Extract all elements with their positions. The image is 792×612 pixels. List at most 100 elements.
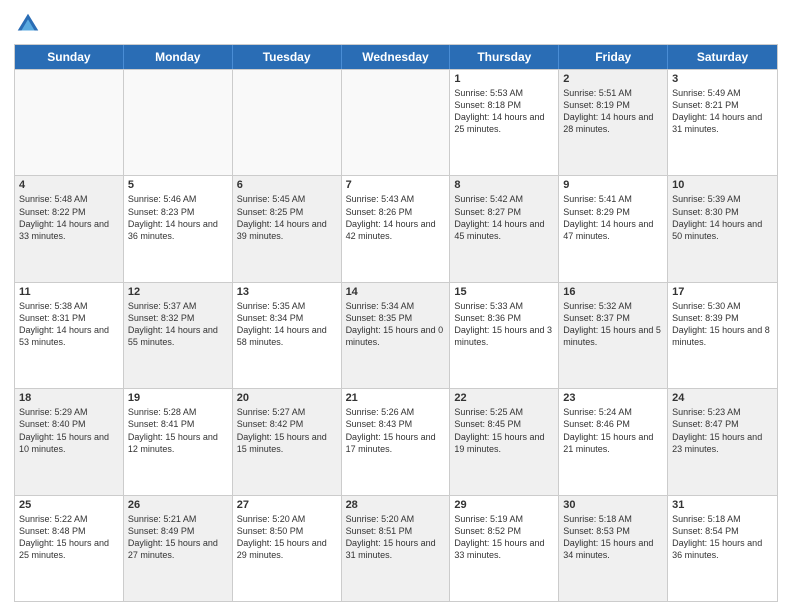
cal-cell: 1 Sunrise: 5:53 AM Sunset: 8:18 PM Daylig… [450,70,559,175]
cal-cell: 4 Sunrise: 5:48 AM Sunset: 8:22 PM Daylig… [15,176,124,281]
day-info: Sunrise: 5:51 AM Sunset: 8:19 PM Dayligh… [563,87,663,136]
day-info: Sunrise: 5:49 AM Sunset: 8:21 PM Dayligh… [672,87,773,136]
cal-cell [124,70,233,175]
cal-week-1: 1 Sunrise: 5:53 AM Sunset: 8:18 PM Daylig… [15,69,777,175]
cal-cell [233,70,342,175]
header [14,10,778,38]
day-info: Sunrise: 5:18 AM Sunset: 8:53 PM Dayligh… [563,513,663,562]
cal-cell: 20Sunrise: 5:27 AM Sunset: 8:42 PM Dayli… [233,389,342,494]
cal-cell: 10 Sunrise: 5:39 AM Sunset: 8:30 PM Dayli… [668,176,777,281]
day-number: 10 [672,179,773,191]
cal-header-wednesday: Wednesday [342,45,451,69]
cal-cell: 28 Sunrise: 5:20 AM Sunset: 8:51 PM Dayli… [342,496,451,601]
day-info: Sunrise: 5:24 AM Sunset: 8:46 PM Dayligh… [563,406,663,455]
day-info: Sunrise: 5:39 AM Sunset: 8:30 PM Dayligh… [672,193,773,242]
cal-week-4: 18 Sunrise: 5:29 AM Sunset: 8:40 PM Dayli… [15,388,777,494]
day-number: 4 [19,179,119,191]
day-number: 17 [672,286,773,298]
day-number: 19 [128,392,228,404]
day-number: 28 [346,499,446,511]
page: SundayMondayTuesdayWednesdayThursdayFrid… [0,0,792,612]
day-info: Sunrise: 5:23 AM Sunset: 8:47 PM Dayligh… [672,406,773,455]
day-number: 16 [563,286,663,298]
cal-cell: 31 Sunrise: 5:18 AM Sunset: 8:54 PM Dayli… [668,496,777,601]
day-number: 6 [237,179,337,191]
day-number: 25 [19,499,119,511]
cal-header-saturday: Saturday [668,45,777,69]
cal-cell: 22 Sunrise: 5:25 AM Sunset: 8:45 PM Dayli… [450,389,559,494]
day-number: 5 [128,179,228,191]
day-info: Sunrise: 5:42 AM Sunset: 8:27 PM Dayligh… [454,193,554,242]
cal-cell: 17 Sunrise: 5:30 AM Sunset: 8:39 PM Dayli… [668,283,777,388]
cal-cell: 6 Sunrise: 5:45 AM Sunset: 8:25 PM Daylig… [233,176,342,281]
day-number: 22 [454,392,554,404]
cal-header-friday: Friday [559,45,668,69]
day-number: 23 [563,392,663,404]
day-info: Sunrise: 5:19 AM Sunset: 8:52 PM Dayligh… [454,513,554,562]
day-info: Sunrise: 5:29 AM Sunset: 8:40 PM Dayligh… [19,406,119,455]
day-info: Sunrise: 5:25 AM Sunset: 8:45 PM Dayligh… [454,406,554,455]
cal-cell: 16Sunrise: 5:32 AM Sunset: 8:37 PM Dayli… [559,283,668,388]
cal-header-tuesday: Tuesday [233,45,342,69]
day-number: 1 [454,73,554,85]
day-number: 27 [237,499,337,511]
day-number: 30 [563,499,663,511]
day-info: Sunrise: 5:33 AM Sunset: 8:36 PM Dayligh… [454,300,554,349]
cal-cell: 23 Sunrise: 5:24 AM Sunset: 8:46 PM Dayli… [559,389,668,494]
cal-header-sunday: Sunday [15,45,124,69]
cal-cell: 5 Sunrise: 5:46 AM Sunset: 8:23 PM Daylig… [124,176,233,281]
cal-cell [15,70,124,175]
cal-cell: 2 Sunrise: 5:51 AM Sunset: 8:19 PM Daylig… [559,70,668,175]
day-number: 31 [672,499,773,511]
day-number: 9 [563,179,663,191]
day-info: Sunrise: 5:43 AM Sunset: 8:26 PM Dayligh… [346,193,446,242]
day-info: Sunrise: 5:37 AM Sunset: 8:32 PM Dayligh… [128,300,228,349]
day-info: Sunrise: 5:20 AM Sunset: 8:51 PM Dayligh… [346,513,446,562]
day-number: 24 [672,392,773,404]
day-number: 12 [128,286,228,298]
cal-cell: 27 Sunrise: 5:20 AM Sunset: 8:50 PM Dayli… [233,496,342,601]
cal-cell: 18 Sunrise: 5:29 AM Sunset: 8:40 PM Dayli… [15,389,124,494]
day-info: Sunrise: 5:18 AM Sunset: 8:54 PM Dayligh… [672,513,773,562]
day-info: Sunrise: 5:20 AM Sunset: 8:50 PM Dayligh… [237,513,337,562]
day-info: Sunrise: 5:41 AM Sunset: 8:29 PM Dayligh… [563,193,663,242]
day-info: Sunrise: 5:48 AM Sunset: 8:22 PM Dayligh… [19,193,119,242]
day-info: Sunrise: 5:27 AM Sunset: 8:42 PM Dayligh… [237,406,337,455]
day-info: Sunrise: 5:28 AM Sunset: 8:41 PM Dayligh… [128,406,228,455]
calendar: SundayMondayTuesdayWednesdayThursdayFrid… [14,44,778,602]
day-number: 18 [19,392,119,404]
day-info: Sunrise: 5:45 AM Sunset: 8:25 PM Dayligh… [237,193,337,242]
cal-cell: 3 Sunrise: 5:49 AM Sunset: 8:21 PM Daylig… [668,70,777,175]
day-number: 29 [454,499,554,511]
day-number: 3 [672,73,773,85]
cal-header-monday: Monday [124,45,233,69]
day-info: Sunrise: 5:26 AM Sunset: 8:43 PM Dayligh… [346,406,446,455]
day-info: Sunrise: 5:22 AM Sunset: 8:48 PM Dayligh… [19,513,119,562]
day-info: Sunrise: 5:30 AM Sunset: 8:39 PM Dayligh… [672,300,773,349]
cal-cell: 9 Sunrise: 5:41 AM Sunset: 8:29 PM Daylig… [559,176,668,281]
cal-cell: 7Sunrise: 5:43 AM Sunset: 8:26 PM Daylig… [342,176,451,281]
day-number: 2 [563,73,663,85]
cal-cell: 11 Sunrise: 5:38 AM Sunset: 8:31 PM Dayli… [15,283,124,388]
cal-cell: 25 Sunrise: 5:22 AM Sunset: 8:48 PM Dayli… [15,496,124,601]
day-number: 21 [346,392,446,404]
day-number: 11 [19,286,119,298]
day-number: 13 [237,286,337,298]
day-info: Sunrise: 5:21 AM Sunset: 8:49 PM Dayligh… [128,513,228,562]
cal-week-2: 4 Sunrise: 5:48 AM Sunset: 8:22 PM Daylig… [15,175,777,281]
logo [14,10,46,38]
cal-cell: 13Sunrise: 5:35 AM Sunset: 8:34 PM Dayli… [233,283,342,388]
day-info: Sunrise: 5:46 AM Sunset: 8:23 PM Dayligh… [128,193,228,242]
day-number: 14 [346,286,446,298]
cal-cell: 8Sunrise: 5:42 AM Sunset: 8:27 PM Daylig… [450,176,559,281]
cal-week-5: 25 Sunrise: 5:22 AM Sunset: 8:48 PM Dayli… [15,495,777,601]
cal-cell: 14Sunrise: 5:34 AM Sunset: 8:35 PM Dayli… [342,283,451,388]
cal-cell: 29 Sunrise: 5:19 AM Sunset: 8:52 PM Dayli… [450,496,559,601]
day-info: Sunrise: 5:38 AM Sunset: 8:31 PM Dayligh… [19,300,119,349]
cal-cell: 26 Sunrise: 5:21 AM Sunset: 8:49 PM Dayli… [124,496,233,601]
cal-cell: 19 Sunrise: 5:28 AM Sunset: 8:41 PM Dayli… [124,389,233,494]
day-number: 26 [128,499,228,511]
day-info: Sunrise: 5:53 AM Sunset: 8:18 PM Dayligh… [454,87,554,136]
calendar-header-row: SundayMondayTuesdayWednesdayThursdayFrid… [15,45,777,69]
cal-cell: 30 Sunrise: 5:18 AM Sunset: 8:53 PM Dayli… [559,496,668,601]
